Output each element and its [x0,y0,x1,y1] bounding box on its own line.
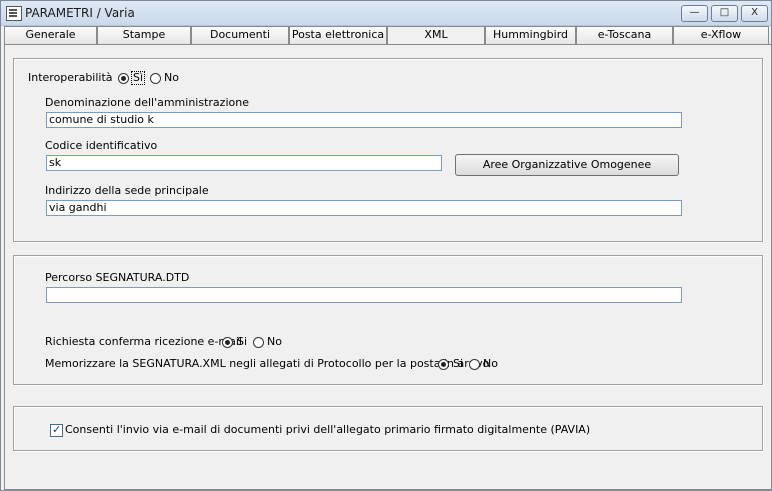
tab-generale[interactable]: Generale [4,26,97,44]
form-icon [6,6,22,21]
interop-no-label[interactable]: No [164,71,179,84]
interop-yes-label[interactable]: Sì [131,71,146,85]
tab-e-xflow[interactable]: e-Xflow [673,26,769,44]
tab-e-toscana[interactable]: e-Toscana [576,26,673,44]
tab-xml[interactable]: XML [387,26,485,45]
memorizza-no-radio[interactable] [469,359,480,370]
interop-label: Interoperabilità [28,71,113,84]
interop-group: Interoperabilità Sì No Denominazione del… [13,58,763,242]
title-bar: PARAMETRI / Varia — □ X [1,1,771,26]
tab-stampe[interactable]: Stampe [97,26,191,44]
close-button[interactable]: X [741,5,768,22]
aree-organizzative-button[interactable]: Aree Organizzative Omogenee [455,154,679,176]
pavia-label[interactable]: Consenti l'invio via e-mail di documenti… [65,423,590,436]
interop-no-radio[interactable] [150,73,161,84]
interop-yes-radio[interactable] [118,73,129,84]
tab-strip: Generale Stampe Documenti Posta elettron… [4,26,770,45]
pavia-group: Consenti l'invio via e-mail di documenti… [13,406,763,451]
codice-label: Codice identificativo [45,139,158,152]
window-title: PARAMETRI / Varia [25,6,135,20]
memorizza-yes-radio[interactable] [438,359,449,370]
percorso-label: Percorso SEGNATURA.DTD [45,271,190,284]
indirizzo-field[interactable]: via gandhi [46,200,682,216]
memorizza-label: Memorizzare la SEGNATURA.XML negli alleg… [45,357,490,370]
tab-documenti[interactable]: Documenti [191,26,289,44]
conferma-yes-label[interactable]: Si [237,335,247,348]
minimize-button[interactable]: — [681,5,708,22]
maximize-button[interactable]: □ [711,5,738,22]
segnatura-group: Percorso SEGNATURA.DTD Richiesta conferm… [13,255,763,385]
denominazione-field[interactable]: comune di studio k [46,112,682,128]
conferma-no-label[interactable]: No [267,335,282,348]
tab-posta-elettronica[interactable]: Posta elettronica [289,26,387,44]
pavia-checkbox[interactable] [50,423,63,437]
conferma-label: Richiesta conferma ricezione e-mail [45,335,242,348]
tab-hummingbird[interactable]: Hummingbird [485,26,576,44]
memorizza-no-label[interactable]: No [483,357,498,370]
denominazione-label: Denominazione dell'amministrazione [45,96,249,109]
indirizzo-label: Indirizzo della sede principale [45,184,209,197]
percorso-field[interactable] [46,287,682,303]
conferma-no-radio[interactable] [253,337,264,348]
memorizza-yes-label[interactable]: Si [453,357,463,370]
codice-field[interactable]: sk [46,155,442,171]
conferma-yes-radio[interactable] [222,337,233,348]
tab-content: Interoperabilità Sì No Denominazione del… [4,44,772,490]
window: PARAMETRI / Varia — □ X Generale Stampe … [0,0,772,491]
